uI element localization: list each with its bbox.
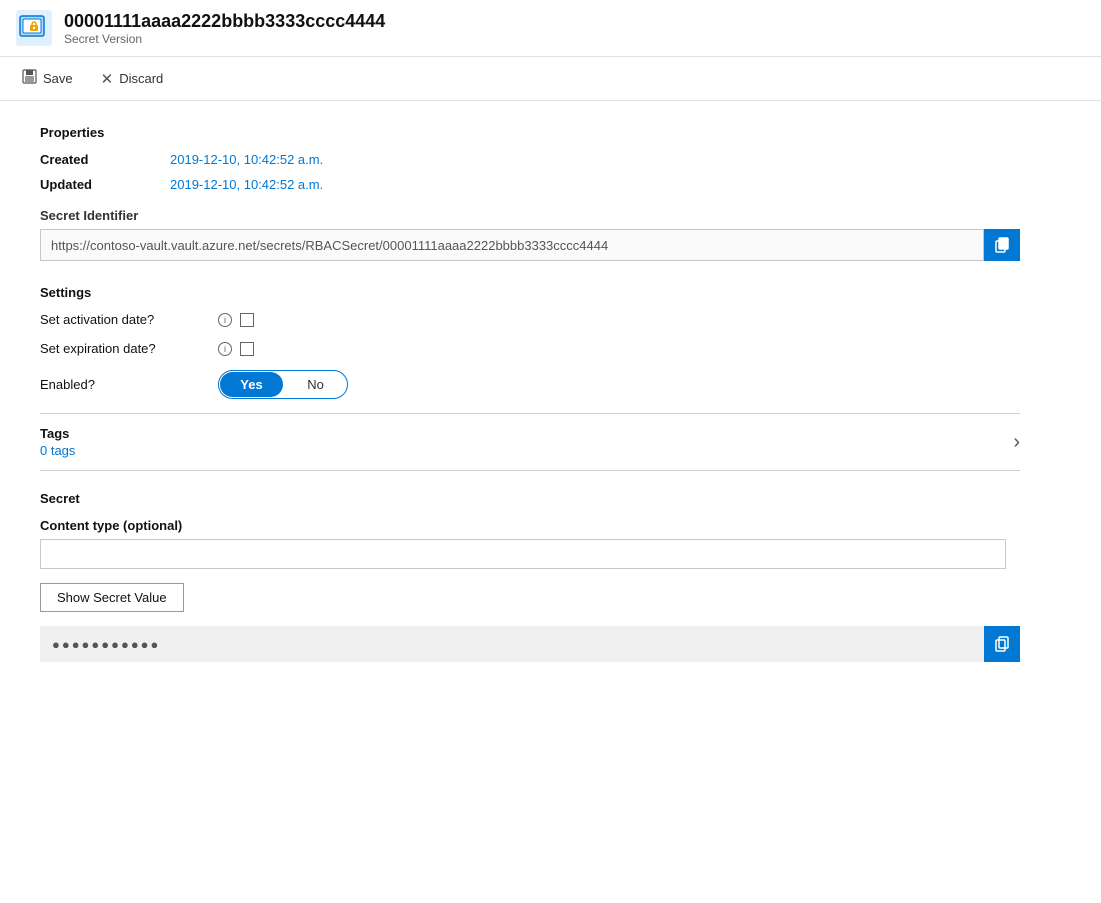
save-button[interactable]: Save: [16, 65, 79, 92]
tags-info: Tags 0 tags: [40, 426, 75, 458]
tags-section[interactable]: Tags 0 tags ›: [40, 414, 1020, 471]
toggle-yes[interactable]: Yes: [220, 372, 283, 397]
tags-label: Tags: [40, 426, 75, 441]
secret-section: Secret Content type (optional) Show Secr…: [40, 491, 1061, 662]
header: 00001111aaaa2222bbbb3333cccc4444 Secret …: [0, 0, 1101, 57]
activation-info-icon[interactable]: i: [218, 313, 232, 327]
toolbar: Save ✕ Discard: [0, 57, 1101, 101]
activation-date-row: Set activation date? i: [40, 312, 1061, 327]
secret-identifier-input[interactable]: [40, 229, 984, 261]
secret-identifier-label: Secret Identifier: [40, 208, 1061, 223]
discard-button[interactable]: ✕ Discard: [95, 66, 170, 92]
content-type-label: Content type (optional): [40, 518, 1061, 533]
tags-chevron-icon: ›: [1013, 431, 1020, 454]
expiration-info-icon[interactable]: i: [218, 342, 232, 356]
updated-label: Updated: [40, 177, 170, 192]
page-title: 00001111aaaa2222bbbb3333cccc4444: [64, 11, 385, 32]
show-secret-label: Show Secret Value: [57, 590, 167, 605]
tags-count: 0 tags: [40, 443, 75, 458]
save-label: Save: [43, 71, 73, 86]
discard-label: Discard: [119, 71, 163, 86]
header-text-block: 00001111aaaa2222bbbb3333cccc4444 Secret …: [64, 11, 385, 46]
copy-secret-icon: [994, 636, 1010, 652]
show-secret-button[interactable]: Show Secret Value: [40, 583, 184, 612]
activation-label: Set activation date?: [40, 312, 210, 327]
toggle-no[interactable]: No: [284, 372, 347, 397]
discard-icon: ✕: [101, 70, 114, 88]
secret-identifier-field: [40, 229, 1020, 261]
created-label: Created: [40, 152, 170, 167]
expiration-date-row: Set expiration date? i: [40, 341, 1061, 356]
properties-section-title: Properties: [40, 125, 1061, 140]
updated-row: Updated 2019-12-10, 10:42:52 a.m.: [40, 177, 1061, 192]
updated-value: 2019-12-10, 10:42:52 a.m.: [170, 177, 323, 192]
activation-checkbox[interactable]: [240, 313, 254, 327]
settings-section: Settings Set activation date? i Set expi…: [40, 285, 1061, 399]
settings-section-title: Settings: [40, 285, 1061, 300]
copy-icon: [994, 237, 1010, 253]
expiration-label: Set expiration date?: [40, 341, 210, 356]
created-value: 2019-12-10, 10:42:52 a.m.: [170, 152, 323, 167]
secret-dots: ●●●●●●●●●●●: [40, 629, 984, 660]
expiration-checkbox[interactable]: [240, 342, 254, 356]
copy-secret-button[interactable]: [984, 626, 1020, 662]
created-row: Created 2019-12-10, 10:42:52 a.m.: [40, 152, 1061, 167]
enabled-label: Enabled?: [40, 377, 210, 392]
copy-identifier-button[interactable]: [984, 229, 1020, 261]
page-subtitle: Secret Version: [64, 32, 385, 46]
enabled-toggle[interactable]: Yes No: [218, 370, 348, 399]
enabled-row: Enabled? Yes No: [40, 370, 1061, 399]
content-type-input[interactable]: [40, 539, 1006, 569]
save-icon: [22, 69, 37, 88]
key-vault-icon: [16, 10, 52, 46]
main-content: Properties Created 2019-12-10, 10:42:52 …: [0, 101, 1101, 686]
secret-value-row: ●●●●●●●●●●●: [40, 626, 1020, 662]
secret-section-title: Secret: [40, 491, 1061, 506]
